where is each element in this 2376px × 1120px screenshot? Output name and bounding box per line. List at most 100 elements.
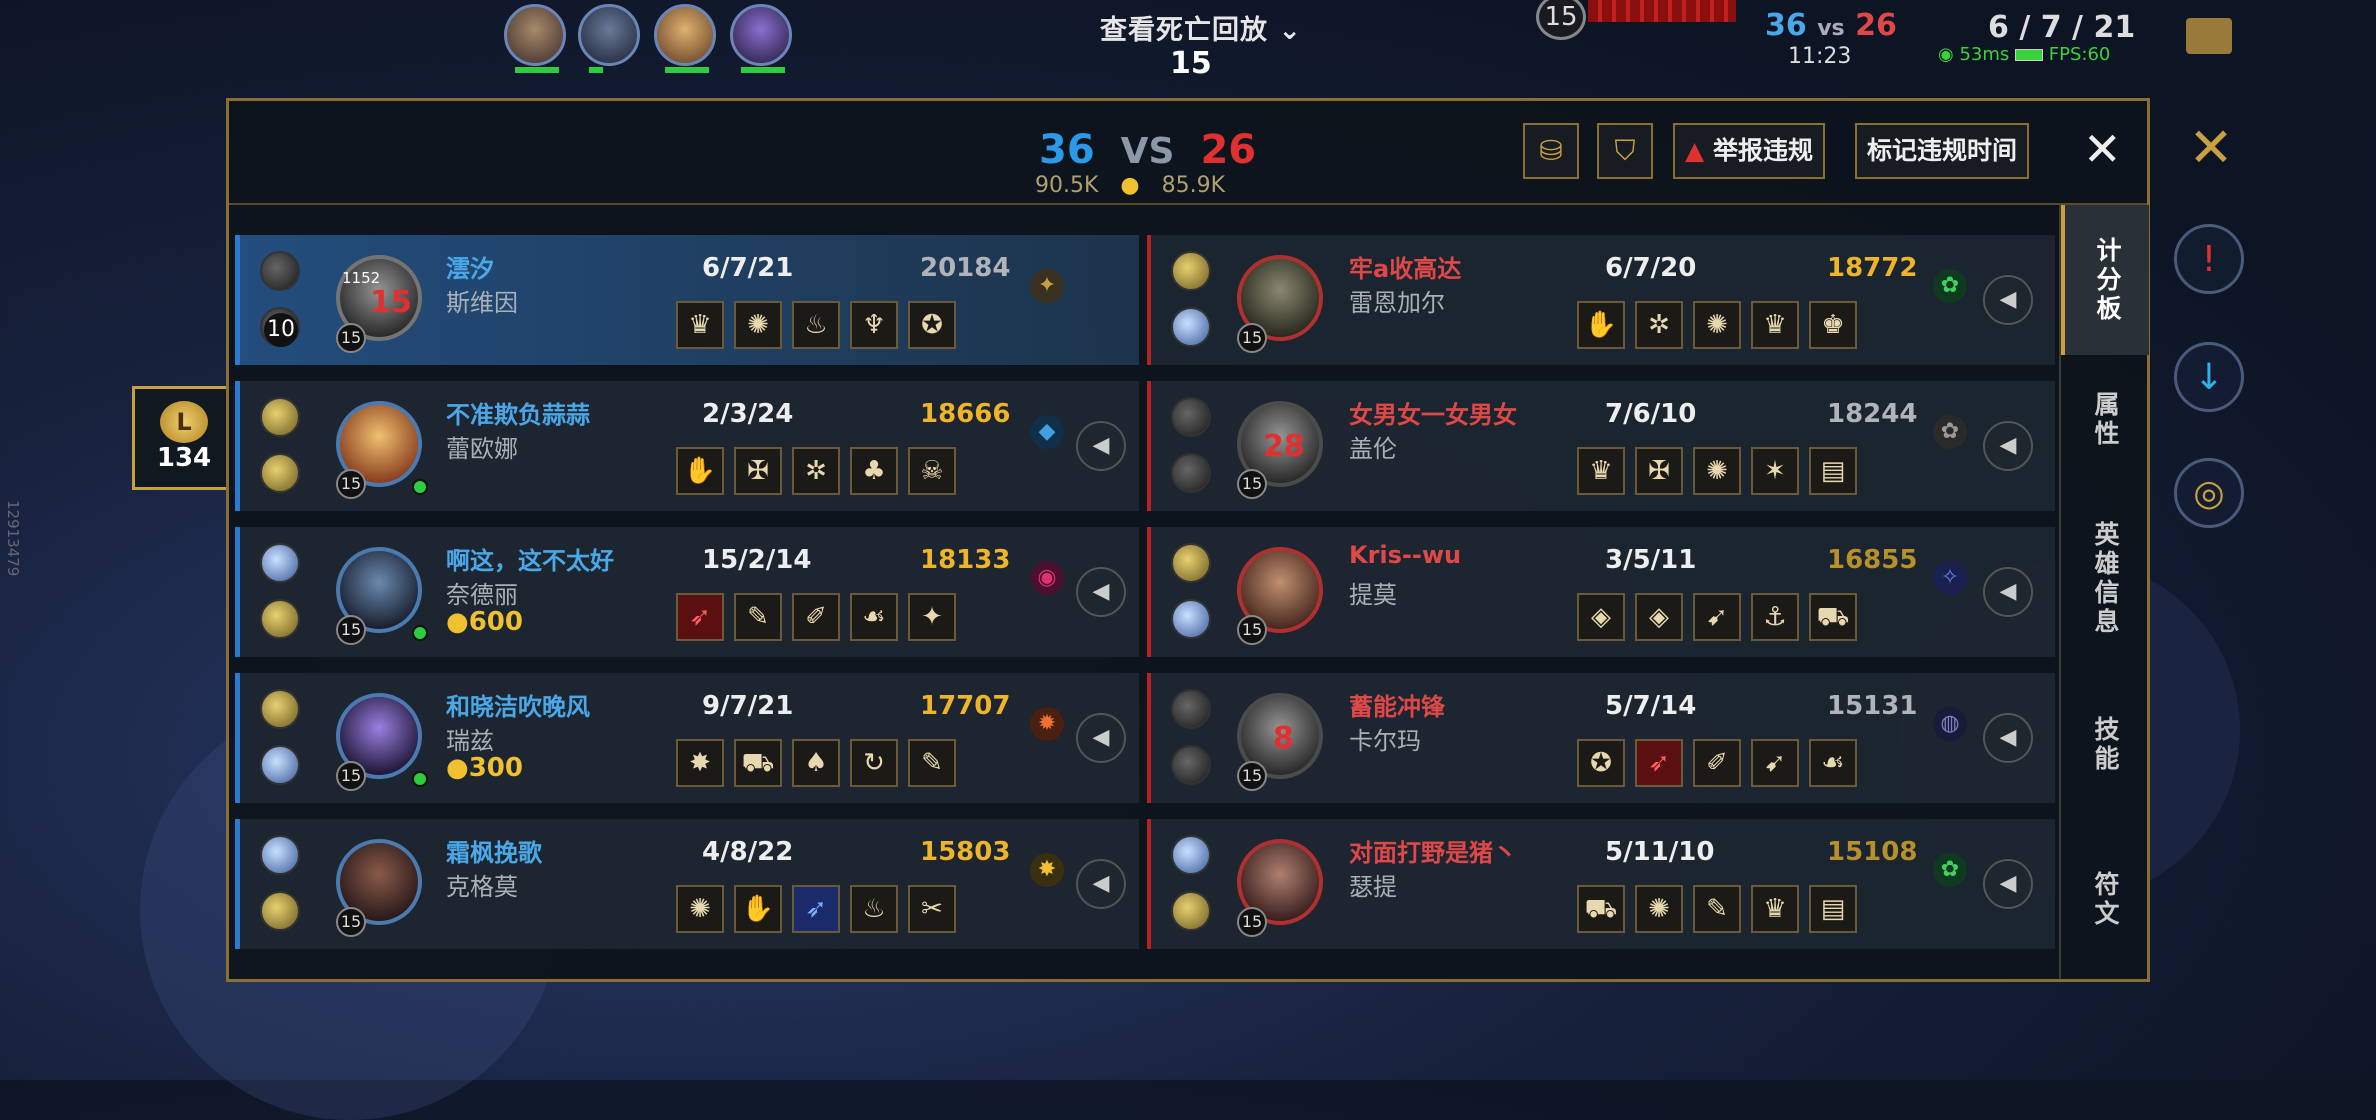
item-icon[interactable]: ➹ — [1693, 593, 1741, 641]
item-icon[interactable]: ✦ — [908, 593, 956, 641]
respawn-timer: 8 — [1273, 721, 1294, 756]
item-icon[interactable]: ♛ — [676, 301, 724, 349]
item-icon[interactable]: ♠ — [792, 739, 840, 787]
item-icon[interactable]: ♣ — [850, 447, 898, 495]
blue-player-row[interactable]: 15 和晓洁吹晚风 瑞兹 ●300 9/7/21 17707 ✸ ⛟ ♠ ↻ ✎… — [235, 673, 1139, 803]
item-icon[interactable]: ✋ — [1577, 301, 1625, 349]
close-button[interactable]: ✕ — [2083, 121, 2122, 177]
item-icon[interactable]: ▤ — [1809, 447, 1857, 495]
item-icon[interactable]: ✺ — [734, 301, 782, 349]
red-player-row[interactable]: 15 对面打野是猪丶 瑟提 5/11/10 15108 ⛟ ✺ ✎ ♛ ▤ ✿ … — [1147, 819, 2055, 949]
champion-level: 15 — [336, 761, 366, 791]
objectives-icon[interactable]: ⛉ — [1597, 123, 1653, 179]
item-icon[interactable]: ⚓ — [1751, 593, 1799, 641]
item-icon[interactable]: ♨ — [792, 301, 840, 349]
item-icon[interactable]: ✺ — [1693, 447, 1741, 495]
item-icon[interactable]: ✂ — [908, 885, 956, 933]
item-icon[interactable]: ➶ — [792, 885, 840, 933]
item-icon[interactable]: ➶ — [1635, 739, 1683, 787]
item-slots: ✸ ⛟ ♠ ↻ ✎ — [676, 739, 956, 787]
item-icon[interactable]: ♛ — [1751, 301, 1799, 349]
warning-icon: ▲ — [1685, 136, 1705, 165]
top-ally-champ[interactable] — [730, 4, 792, 73]
mute-speaker-icon[interactable]: ◀ — [1983, 421, 2033, 471]
item-icon[interactable]: ◈ — [1577, 593, 1625, 641]
item-icon[interactable]: ♛ — [1577, 447, 1625, 495]
item-icon[interactable]: ✠ — [1635, 447, 1683, 495]
summoner-spell-icon — [260, 835, 300, 875]
item-icon[interactable]: ☠ — [908, 447, 956, 495]
mute-speaker-icon[interactable]: ◀ — [1076, 421, 1126, 471]
item-icon[interactable]: ☙ — [850, 593, 898, 641]
item-icon[interactable]: ♆ — [850, 301, 898, 349]
top-ally-champ[interactable] — [504, 4, 566, 73]
tab-stats[interactable]: 属性 — [2061, 365, 2149, 475]
keystone-rune-icon: ✧ — [1933, 561, 1967, 595]
blue-player-row[interactable]: 15 霜枫挽歌 克格莫 4/8/22 15803 ✺ ✋ ➶ ♨ ✂ ✸ ◀ — [235, 819, 1139, 949]
item-icon[interactable]: ☙ — [1809, 739, 1857, 787]
item-icon[interactable]: ✐ — [792, 593, 840, 641]
item-icon[interactable]: ✠ — [734, 447, 782, 495]
tab-skills[interactable]: 技能 — [2061, 685, 2149, 805]
tab-champion-info[interactable]: 英雄信息 — [2061, 489, 2149, 669]
item-icon[interactable]: ✲ — [1635, 301, 1683, 349]
item-icon[interactable]: ✸ — [676, 739, 724, 787]
top-ally-champ[interactable] — [578, 4, 640, 73]
item-icon[interactable]: ✪ — [908, 301, 956, 349]
blue-player-row[interactable]: 15 啊这，这不太好 奈德丽 ●600 15/2/14 18133 ➶ ✎ ✐ … — [235, 527, 1139, 657]
item-icon[interactable]: ⛟ — [734, 739, 782, 787]
item-icon[interactable]: ✎ — [734, 593, 782, 641]
item-icon[interactable]: ♛ — [1751, 885, 1799, 933]
item-icon[interactable]: ✪ — [1577, 739, 1625, 787]
item-icon[interactable]: ✲ — [792, 447, 840, 495]
red-player-row[interactable]: 15 牢a收高达 雷恩加尔 6/7/20 18772 ✋ ✲ ✺ ♛ ♚ ✿ ◀ — [1147, 235, 2055, 365]
item-icon[interactable]: ⛟ — [1809, 593, 1857, 641]
item-icon[interactable]: ▤ — [1809, 885, 1857, 933]
item-icon[interactable]: ✺ — [676, 885, 724, 933]
gold-stats-icon[interactable]: ⛁ — [1523, 123, 1579, 179]
report-button[interactable]: ▲ 举报违规 — [1673, 123, 1825, 179]
assist-ping-icon[interactable]: ◎ — [2174, 458, 2244, 528]
mute-speaker-icon[interactable]: ◀ — [1076, 859, 1126, 909]
item-icon[interactable]: ♨ — [850, 885, 898, 933]
red-player-row[interactable]: 15 Kris--wu 提莫 3/5/11 16855 ◈ ◈ ➹ ⚓ ⛟ ✧ … — [1147, 527, 2055, 657]
mark-time-button[interactable]: 标记违规时间 — [1855, 123, 2030, 179]
red-player-row[interactable]: 8 15 蓄能冲锋 卡尔玛 5/7/14 15131 ✪ ➶ ✐ ➹ ☙ ◍ ◀ — [1147, 673, 2055, 803]
item-icon[interactable]: ✺ — [1635, 885, 1683, 933]
alert-ping-icon[interactable]: ! — [2174, 224, 2244, 294]
gold-value: 15108 — [1827, 837, 1918, 867]
item-icon[interactable]: ➶ — [676, 593, 724, 641]
blue-player-row[interactable]: 10 15 15 1152 澐汐 斯维因 6/7/21 20184 ♛ ✺ ♨ … — [235, 235, 1139, 365]
item-icon[interactable]: ⛟ — [1577, 885, 1625, 933]
blue-player-row[interactable]: 15 不准欺负蒜蒜 蕾欧娜 2/3/24 18666 ✋ ✠ ✲ ♣ ☠ ◆ ◀ — [235, 381, 1139, 511]
red-player-row[interactable]: 28 15 女男女一女男女 盖伦 7/6/10 18244 ♛ ✠ ✺ ✶ ▤ … — [1147, 381, 2055, 511]
mute-speaker-icon[interactable]: ◀ — [1983, 275, 2033, 325]
mute-speaker-icon[interactable]: ◀ — [1076, 713, 1126, 763]
top-ally-champ[interactable] — [654, 4, 716, 73]
tab-runes[interactable]: 符文 — [2061, 845, 2149, 955]
mute-speaker-icon[interactable]: ◀ — [1983, 567, 2033, 617]
item-icon[interactable]: ✎ — [1693, 885, 1741, 933]
close-x-icon[interactable]: ✕ — [2176, 112, 2246, 182]
item-icon[interactable]: ➹ — [1751, 739, 1799, 787]
item-icon[interactable]: ✎ — [908, 739, 956, 787]
mute-speaker-icon[interactable]: ◀ — [1983, 713, 2033, 763]
item-icon[interactable]: ✶ — [1751, 447, 1799, 495]
death-replay-button[interactable]: 查看死亡回放 ⌄ — [1100, 8, 1302, 47]
item-icon[interactable]: ✐ — [1693, 739, 1741, 787]
mute-speaker-icon[interactable]: ◀ — [1076, 567, 1126, 617]
item-icon[interactable]: ✋ — [676, 447, 724, 495]
mute-speaker-icon[interactable]: ◀ — [1983, 859, 2033, 909]
top-level-badge: 15 — [1536, 0, 1586, 40]
chat-icon[interactable] — [2186, 18, 2232, 54]
team-gold: 90.5K ● 85.9K — [1035, 173, 1226, 198]
tab-scoreboard[interactable]: 计分板 — [2061, 205, 2149, 355]
item-icon[interactable]: ↻ — [850, 739, 898, 787]
retreat-ping-icon[interactable]: ↓ — [2174, 342, 2244, 412]
item-icon[interactable]: ♚ — [1809, 301, 1857, 349]
shop-gold-button[interactable]: L 134 — [132, 386, 236, 490]
item-icon[interactable]: ✺ — [1693, 301, 1741, 349]
item-icon[interactable]: ◈ — [1635, 593, 1683, 641]
death-timer: 15 — [1170, 46, 1212, 81]
item-icon[interactable]: ✋ — [734, 885, 782, 933]
